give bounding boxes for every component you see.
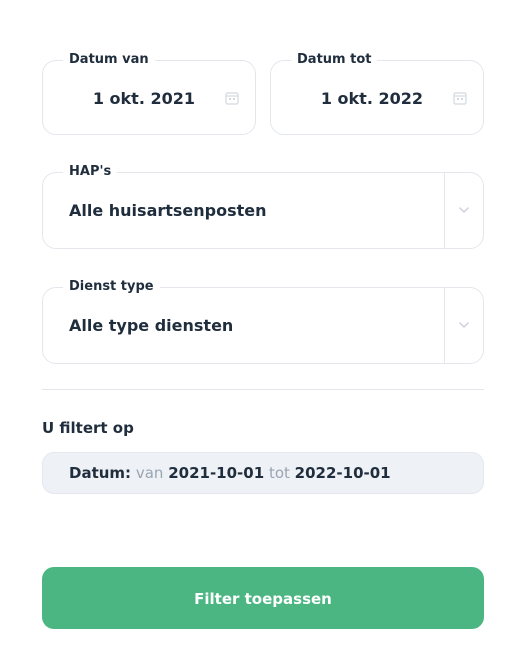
active-filters-heading: U filtert op — [42, 419, 134, 437]
chip-from-value: 2021-10-01 — [168, 464, 265, 482]
hap-select-value[interactable]: Alle huisartsenposten — [69, 201, 267, 220]
calendar-icon[interactable] — [453, 91, 467, 105]
date-to-value[interactable]: 1 okt. 2022 — [321, 89, 423, 108]
active-filter-chip: Datum: van 2021-10-01 tot 2022-10-01 — [42, 452, 484, 494]
hap-legend: HAP's — [63, 163, 118, 181]
service-type-select-value[interactable]: Alle type diensten — [69, 316, 233, 335]
hap-select[interactable]: HAP's Alle huisartsenposten — [42, 163, 484, 249]
select-divider — [444, 288, 445, 363]
chip-to-word: tot — [268, 464, 290, 482]
date-to-legend: Datum tot — [291, 51, 378, 69]
chip-to-value: 2022-10-01 — [294, 464, 391, 482]
select-divider — [444, 173, 445, 248]
chip-label: Datum: — [69, 464, 132, 482]
service-type-select[interactable]: Dienst type Alle type diensten — [42, 278, 484, 364]
date-from-legend: Datum van — [63, 51, 155, 69]
section-divider — [42, 389, 484, 390]
service-type-legend: Dienst type — [63, 278, 160, 296]
calendar-icon[interactable] — [225, 91, 239, 105]
chevron-down-icon[interactable] — [457, 205, 471, 215]
date-to-field[interactable]: Datum tot 1 okt. 2022 — [270, 51, 484, 135]
chevron-down-icon[interactable] — [457, 320, 471, 330]
date-from-field[interactable]: Datum van 1 okt. 2021 — [42, 51, 256, 135]
chip-from-word: van — [135, 464, 164, 482]
date-from-value[interactable]: 1 okt. 2021 — [93, 89, 195, 108]
apply-filter-button[interactable]: Filter toepassen — [42, 567, 484, 629]
